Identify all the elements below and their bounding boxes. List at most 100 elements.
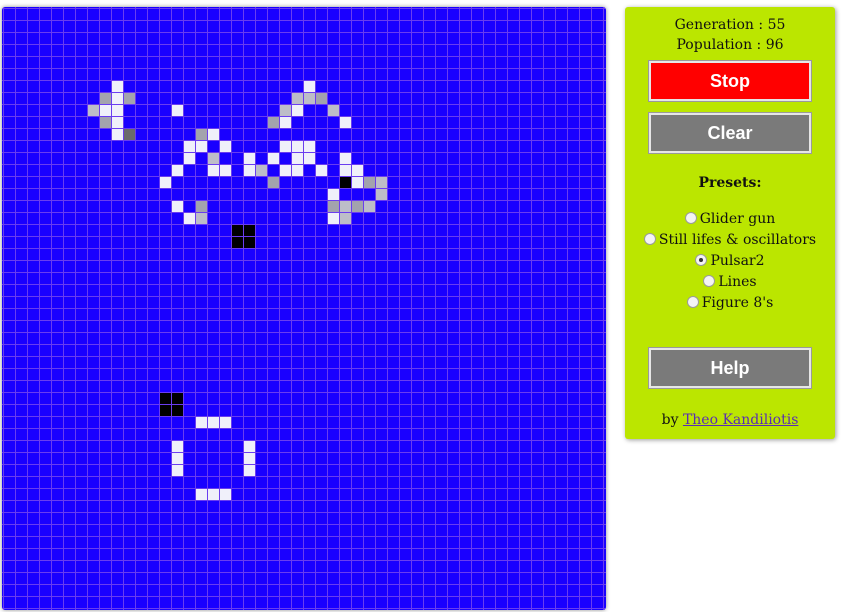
live-cell[interactable] [196,417,207,428]
live-cell[interactable] [304,153,315,164]
live-cell[interactable] [340,201,351,212]
live-cell[interactable] [112,93,123,104]
live-cell[interactable] [208,489,219,500]
live-cell[interactable] [376,177,387,188]
live-cell[interactable] [124,129,135,140]
live-cell[interactable] [292,93,303,104]
live-cell[interactable] [112,129,123,140]
life-grid[interactable] [2,7,606,610]
live-cell[interactable] [184,153,195,164]
live-cell[interactable] [220,489,231,500]
live-cell[interactable] [232,237,243,248]
stop-button[interactable]: Stop [649,61,811,101]
live-cell[interactable] [220,417,231,428]
help-button[interactable]: Help [649,348,811,388]
live-cell[interactable] [304,93,315,104]
radio-icon[interactable] [686,296,699,308]
live-cell[interactable] [124,93,135,104]
live-cell[interactable] [292,105,303,116]
live-cell[interactable] [172,105,183,116]
live-cell[interactable] [184,213,195,224]
live-cell[interactable] [364,177,375,188]
live-cell[interactable] [268,177,279,188]
live-cell[interactable] [100,93,111,104]
live-cell[interactable] [328,213,339,224]
live-cell[interactable] [172,165,183,176]
live-cell[interactable] [328,105,339,116]
live-cell[interactable] [160,393,171,404]
author-link[interactable]: Theo Kandiliotis [683,412,798,428]
live-cell[interactable] [352,165,363,176]
live-cell[interactable] [220,165,231,176]
live-cell[interactable] [292,141,303,152]
live-cell[interactable] [376,189,387,200]
live-cell[interactable] [220,141,231,152]
live-cell[interactable] [112,81,123,92]
live-cell[interactable] [88,105,99,116]
preset-option[interactable]: Still lifes & oscillators [625,230,835,251]
live-cell[interactable] [172,393,183,404]
live-cell[interactable] [244,165,255,176]
live-cell[interactable] [292,165,303,176]
live-cell[interactable] [208,153,219,164]
live-cell[interactable] [208,165,219,176]
live-cell[interactable] [196,141,207,152]
live-cell[interactable] [292,153,303,164]
live-cell[interactable] [340,177,351,188]
live-cell[interactable] [196,201,207,212]
live-cell[interactable] [340,165,351,176]
live-cell[interactable] [196,129,207,140]
live-cell[interactable] [184,141,195,152]
live-cell[interactable] [160,177,171,188]
live-cell[interactable] [112,105,123,116]
live-cell[interactable] [196,489,207,500]
live-cell[interactable] [160,405,171,416]
live-cell[interactable] [340,153,351,164]
live-cell[interactable] [256,165,267,176]
live-cell[interactable] [244,453,255,464]
live-cell[interactable] [208,129,219,140]
radio-icon[interactable] [703,275,716,287]
live-cell[interactable] [244,225,255,236]
live-cell[interactable] [340,117,351,128]
clear-button[interactable]: Clear [649,113,811,153]
live-cell[interactable] [280,117,291,128]
live-cell[interactable] [172,405,183,416]
live-cell[interactable] [364,201,375,212]
live-cell[interactable] [280,105,291,116]
live-cell[interactable] [352,177,363,188]
live-cell[interactable] [280,141,291,152]
live-cell[interactable] [268,153,279,164]
live-cell[interactable] [208,417,219,428]
live-cell[interactable] [112,117,123,128]
live-cell[interactable] [196,213,207,224]
live-cell[interactable] [244,153,255,164]
preset-option[interactable]: Pulsar2 [625,251,835,272]
live-cell[interactable] [244,441,255,452]
live-cell[interactable] [244,465,255,476]
live-cell[interactable] [304,141,315,152]
preset-option[interactable]: Lines [625,272,835,293]
game-board[interactable] [2,7,606,610]
live-cell[interactable] [352,201,363,212]
live-cell[interactable] [172,201,183,212]
preset-option[interactable]: Figure 8's [625,293,835,314]
live-cell[interactable] [316,165,327,176]
radio-icon[interactable] [643,233,656,245]
live-cell[interactable] [328,201,339,212]
live-cell[interactable] [172,453,183,464]
preset-option[interactable]: Glider gun [625,209,835,230]
live-cell[interactable] [100,105,111,116]
live-cell[interactable] [328,189,339,200]
live-cell[interactable] [172,441,183,452]
live-cell[interactable] [172,465,183,476]
live-cell[interactable] [244,237,255,248]
live-cell[interactable] [280,165,291,176]
live-cell[interactable] [268,117,279,128]
radio-icon[interactable] [684,212,697,224]
radio-icon[interactable] [695,254,708,266]
live-cell[interactable] [100,117,111,128]
live-cell[interactable] [340,213,351,224]
live-cell[interactable] [304,81,315,92]
live-cell[interactable] [316,93,327,104]
